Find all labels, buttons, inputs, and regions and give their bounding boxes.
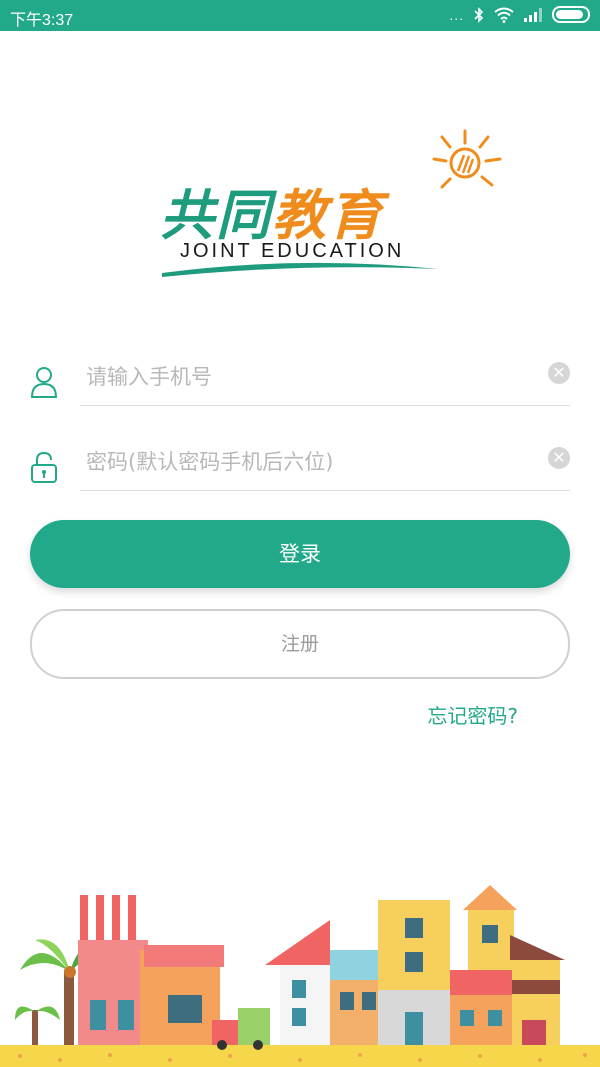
status-time: 下午3:37 (10, 12, 74, 29)
sun-icon (432, 129, 502, 189)
password-input[interactable] (80, 433, 570, 491)
password-field: ✕ (30, 433, 570, 493)
login-button[interactable]: 登录 (30, 520, 570, 588)
more-dots-icon: ... (449, 6, 464, 23)
app-logo: 共同教育 JOINT EDUCATION (160, 125, 510, 285)
register-button[interactable]: 注册 (30, 609, 570, 679)
city-illustration (0, 885, 600, 1067)
status-bar: 下午3:37 ... (0, 0, 600, 31)
battery-icon (552, 6, 590, 23)
signal-icon (524, 7, 542, 22)
clear-phone-icon[interactable]: ✕ (548, 362, 570, 384)
clear-password-icon[interactable]: ✕ (548, 447, 570, 469)
logo-underline (162, 262, 438, 277)
status-icons: ... (449, 6, 590, 23)
wifi-icon (494, 7, 514, 23)
phone-input[interactable] (80, 348, 570, 406)
forgot-password-link[interactable]: 忘记密码? (427, 700, 518, 729)
logo-title: 共同教育 (160, 184, 384, 247)
user-icon (30, 367, 58, 398)
phone-field: ✕ (30, 348, 570, 408)
bluetooth-icon (474, 6, 484, 23)
lock-icon (31, 451, 57, 483)
